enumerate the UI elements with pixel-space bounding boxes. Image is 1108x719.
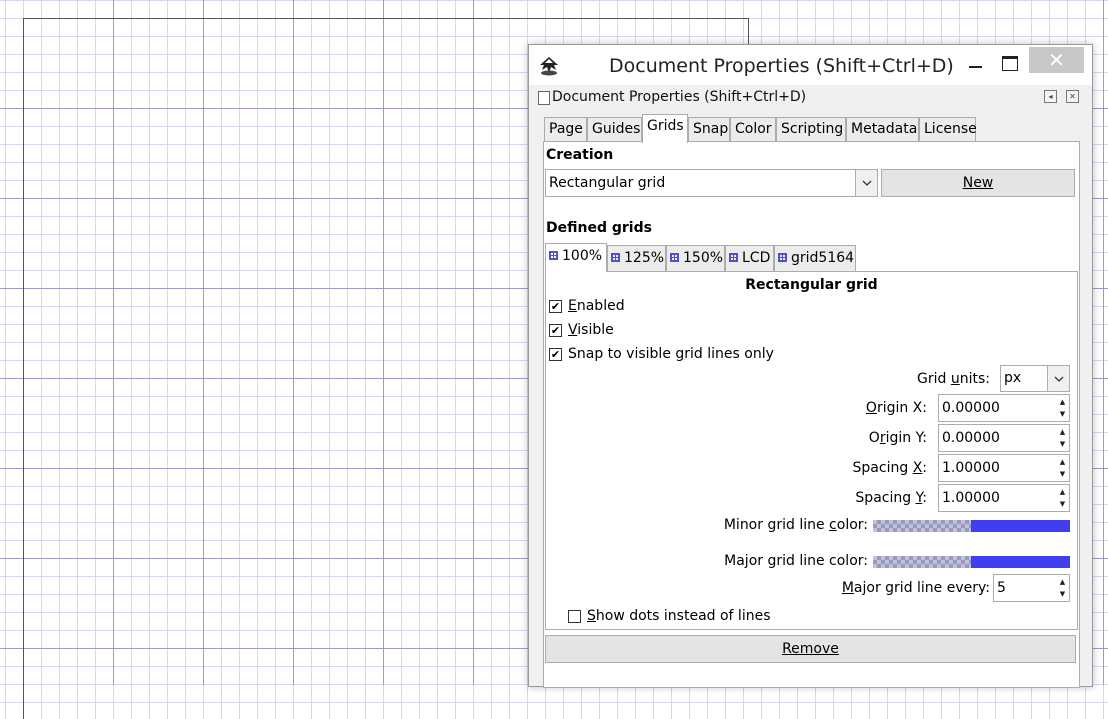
maximize-icon	[1002, 55, 1018, 71]
spin-arrows-icon[interactable]: ▲ ▼	[1058, 486, 1067, 510]
minimize-button[interactable]	[959, 49, 991, 77]
grid-tab[interactable]: grid5164	[774, 245, 856, 271]
major-color-button[interactable]	[873, 556, 1070, 568]
grid-type-select[interactable]: Rectangular grid	[545, 169, 878, 197]
snap-visible-label: Snap to visible grid lines only	[568, 346, 774, 362]
tab-metadata[interactable]: Metadata	[846, 117, 919, 141]
transparency-swatch	[873, 520, 971, 532]
spacing-y-label: Spacing Y:	[855, 490, 927, 506]
spacing-x-value: 1.00000	[942, 460, 1000, 476]
minor-color-button[interactable]	[873, 520, 1070, 532]
spin-arrows-icon[interactable]: ▲ ▼	[1058, 456, 1067, 480]
origin-x-value: 0.00000	[942, 400, 1000, 416]
tab-license[interactable]: License	[919, 117, 977, 141]
tab-label: Grids	[647, 118, 684, 134]
defined-grids-heading: Defined grids	[546, 220, 652, 236]
close-icon: ✕	[1048, 48, 1065, 72]
remove-grid-button[interactable]: Remove	[545, 635, 1076, 663]
major-color-label: Major grid line color:	[724, 553, 868, 569]
grid-tab[interactable]: 125%	[607, 245, 666, 271]
transparency-swatch	[873, 556, 971, 568]
title-bar[interactable]: Document Properties (Shift+Ctrl+D) ✕	[529, 45, 1092, 85]
grid-icon	[778, 253, 787, 262]
spacing-y-value: 1.00000	[942, 490, 1000, 506]
origin-y-input[interactable]: 0.00000 ▲ ▼	[938, 424, 1070, 452]
close-button[interactable]: ✕	[1029, 47, 1084, 73]
window-title: Document Properties (Shift+Ctrl+D)	[609, 55, 954, 77]
origin-y-label: Origin Y:	[868, 430, 927, 446]
tab-label: Page	[549, 121, 583, 137]
grid-icon	[549, 251, 558, 260]
grid-units-label: Grid units:	[917, 371, 990, 387]
tab-snap[interactable]: Snap	[688, 117, 730, 141]
minor-color-swatch	[971, 520, 1070, 532]
checkbox-empty-icon[interactable]	[568, 610, 581, 623]
inkscape-icon	[540, 57, 558, 76]
tab-label: Color	[735, 121, 772, 137]
spin-arrows-icon[interactable]: ▲ ▼	[1058, 426, 1067, 450]
spin-arrows-icon[interactable]: ▲ ▼	[1058, 576, 1067, 600]
tab-guides[interactable]: Guides	[587, 117, 642, 141]
grid-tab-label: LCD	[742, 250, 771, 266]
enabled-label: Enabled	[568, 298, 625, 314]
grid-units-select[interactable]: px	[1000, 365, 1070, 392]
grid-settings-panel: Rectangular grid ✔ Enabled ✔ Visible ✔ S…	[545, 271, 1078, 630]
spin-arrows-icon[interactable]: ▲ ▼	[1058, 396, 1067, 420]
tab-label: Scripting	[781, 121, 844, 137]
tab-scripting[interactable]: Scripting	[776, 117, 846, 141]
creation-heading: Creation	[546, 147, 614, 163]
grid-icon	[670, 253, 679, 262]
grid-type-value: Rectangular grid	[549, 175, 666, 191]
grid-tab-label: 100%	[562, 248, 603, 264]
show-dots-label: Show dots instead of lines	[587, 608, 771, 624]
pin-panel-button[interactable]: ◂	[1044, 90, 1057, 103]
visible-label: Visible	[568, 322, 614, 338]
chevron-down-icon[interactable]	[1047, 366, 1069, 391]
tab-color[interactable]: Color	[730, 117, 776, 141]
tab-label: Metadata	[851, 121, 918, 137]
close-panel-button[interactable]: ✕	[1066, 90, 1079, 103]
canvas-major-grid-line	[1103, 0, 1104, 685]
tab-page[interactable]: Page	[544, 117, 587, 141]
panel-title: Document Properties (Shift+Ctrl+D)	[552, 89, 807, 105]
checkmark-icon[interactable]: ✔	[549, 324, 562, 337]
spacing-x-label: Spacing X:	[852, 460, 927, 476]
major-every-label: Major grid line every:	[841, 580, 990, 596]
major-every-value: 5	[997, 580, 1006, 596]
spacing-x-input[interactable]: 1.00000 ▲ ▼	[938, 454, 1070, 482]
tab-label: Snap	[693, 121, 729, 137]
panel-header: Document Properties (Shift+Ctrl+D) ◂ ✕	[535, 88, 1085, 108]
tab-label: License	[924, 121, 977, 137]
new-grid-button[interactable]: New	[881, 169, 1075, 197]
spacing-y-input[interactable]: 1.00000 ▲ ▼	[938, 484, 1070, 512]
origin-y-value: 0.00000	[942, 430, 1000, 446]
grid-tab[interactable]: LCD	[725, 245, 774, 271]
remove-button-label: Remove	[782, 641, 839, 657]
grid-tab[interactable]: 150%	[666, 245, 725, 271]
major-color-swatch	[971, 556, 1070, 568]
grid-type-title: Rectangular grid	[745, 277, 878, 293]
grid-units-value: px	[1004, 370, 1022, 386]
major-every-input[interactable]: 5 ▲ ▼	[993, 574, 1070, 602]
grid-tab-label: 125%	[624, 250, 665, 266]
grids-panel: Creation Rectangular grid New Defined gr…	[543, 141, 1080, 688]
checkmark-icon[interactable]: ✔	[549, 300, 562, 313]
grid-tab-label: grid5164	[791, 250, 855, 266]
new-button-label: New	[962, 175, 994, 191]
grid-tab[interactable]: 100%	[545, 243, 607, 272]
checkmark-icon[interactable]: ✔	[549, 348, 562, 361]
tab-grids[interactable]: Grids	[642, 114, 688, 143]
maximize-button[interactable]	[994, 49, 1026, 77]
origin-x-input[interactable]: 0.00000 ▲ ▼	[938, 394, 1070, 422]
grid-tab-label: 150%	[683, 250, 724, 266]
minor-color-label: Minor grid line color:	[723, 517, 868, 533]
grid-icon	[729, 253, 738, 262]
minimize-icon	[968, 66, 982, 68]
document-icon	[538, 91, 550, 105]
origin-x-label: Origin X:	[865, 400, 927, 416]
tab-label: Guides	[592, 121, 641, 137]
chevron-down-icon[interactable]	[855, 170, 877, 196]
document-properties-dialog: Document Properties (Shift+Ctrl+D) ✕ Doc…	[528, 44, 1093, 688]
grid-icon	[611, 253, 620, 262]
